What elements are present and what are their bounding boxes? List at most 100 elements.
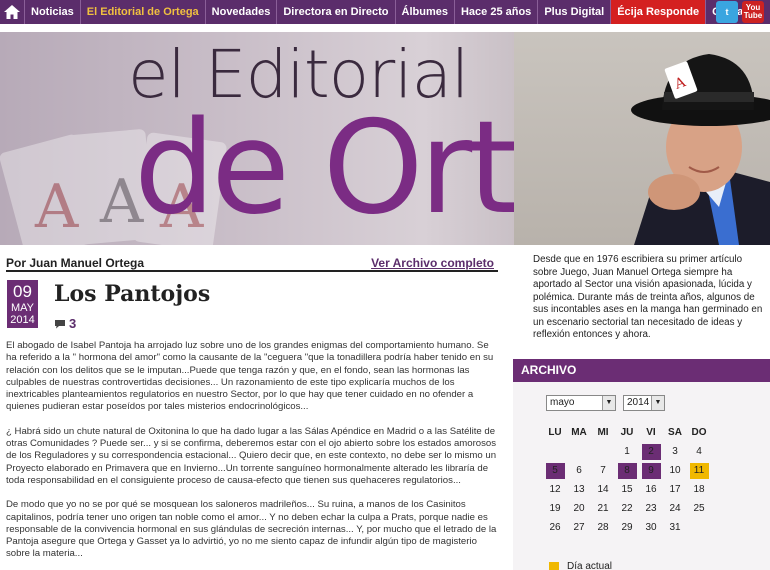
calendar-day: 10 <box>663 462 687 481</box>
legend-label: Día actual <box>567 561 613 570</box>
year-select-value: 2014 <box>627 397 650 408</box>
calendar-weeks: 1 2 3 4 5 6 7 8 9 10 11 12 13 14 15 16 17 18 19 20 21 22 23 24 2… <box>543 443 711 538</box>
calendar-day-number: 30 <box>645 522 657 533</box>
calendar-day[interactable]: 8 <box>615 462 639 481</box>
today-swatch <box>549 561 559 570</box>
calendar-day: 16 <box>639 481 663 500</box>
article-byline: Por Juan Manuel Ortega Ver Archivo compl… <box>6 256 498 272</box>
calendar-day-number: 21 <box>597 503 609 514</box>
comment-icon <box>55 319 65 328</box>
calendar-day: 12 <box>543 481 567 500</box>
post-title[interactable]: Los Pantojos <box>54 281 210 307</box>
editorial-banner: A A A el Editorial de Ortega A <box>0 32 770 245</box>
article-body: El abogado de Isabel Pantoja ha arrojado… <box>6 340 498 570</box>
calendar-day: 31 <box>663 519 687 538</box>
calendar-day: 1 <box>615 443 639 462</box>
calendar-day-number <box>570 443 589 459</box>
calendar-day-number <box>594 443 613 459</box>
calendar-day <box>687 519 711 538</box>
calendar-day-number: 27 <box>573 522 585 533</box>
nav-item-hace-25[interactable]: Hace 25 años <box>453 0 537 24</box>
calendar-day-number: 12 <box>549 484 561 495</box>
calendar-day: 26 <box>543 519 567 538</box>
author-bio: Desde que en 1976 escribiera su primer a… <box>533 254 763 340</box>
calendar-day: 6 <box>567 462 591 481</box>
calendar-day-number: 13 <box>573 484 585 495</box>
calendar-day: 24 <box>663 500 687 519</box>
calendar-day: 20 <box>567 500 591 519</box>
calendar-day-number: 25 <box>693 503 705 514</box>
weekday-label: MI <box>597 427 609 438</box>
calendar-grid: LU MA MI JU VI SA DO 1 2 3 4 5 6 7 8 9 10 11 12 13 14… <box>543 424 711 538</box>
weekday-label: MA <box>571 427 587 438</box>
weekday-label: SA <box>668 427 682 438</box>
calendar-day-number: 1 <box>624 446 630 457</box>
month-select-value: mayo <box>550 397 575 408</box>
year-select[interactable]: 2014 ▼ <box>623 395 665 411</box>
nav-item-novedades[interactable]: Novedades <box>204 0 277 24</box>
calendar-day-number[interactable]: 5 <box>545 463 565 479</box>
calendar-day-number <box>546 443 565 459</box>
calendar-day-number: 19 <box>549 503 561 514</box>
calendar-day[interactable]: 5 <box>543 462 567 481</box>
calendar-day[interactable]: 9 <box>639 462 663 481</box>
calendar-day-number[interactable]: 2 <box>641 444 661 460</box>
calendar-day-number: 31 <box>669 522 681 533</box>
article-paragraph: ¿ Habrá sido un chute natural de Oxitoni… <box>6 425 497 486</box>
calendar-day-number[interactable]: 8 <box>617 463 637 479</box>
nav-item-ecija-responde[interactable]: Écija Responde <box>610 0 706 24</box>
calendar-day: 28 <box>591 519 615 538</box>
nav-item-noticias[interactable]: Noticias <box>24 0 80 24</box>
calendar-day-number: 29 <box>621 522 633 533</box>
calendar-day: 3 <box>663 443 687 462</box>
month-select[interactable]: mayo ▼ <box>546 395 616 411</box>
calendar-day-number: 22 <box>621 503 633 514</box>
calendar-day-number: 23 <box>645 503 657 514</box>
twitter-icon[interactable]: t <box>716 1 738 23</box>
calendar-week-row: 12 13 14 15 16 17 18 <box>543 481 711 500</box>
comments-link[interactable]: 3 <box>54 316 76 331</box>
calendar-day: 18 <box>687 481 711 500</box>
calendar-day: 13 <box>567 481 591 500</box>
nav-item-albumes[interactable]: Álbumes <box>394 0 454 24</box>
youtube-icon[interactable]: You Tube <box>742 1 764 23</box>
top-navigation: Noticias El Editorial de Ortega Novedade… <box>0 0 770 24</box>
calendar-day-number <box>690 519 709 535</box>
calendar-week-row: 123 4 <box>543 443 711 462</box>
weekday-label: DO <box>691 427 707 438</box>
calendar-day: 17 <box>663 481 687 500</box>
calendar-day: 14 <box>591 481 615 500</box>
calendar-day: 11 <box>687 462 711 481</box>
calendar-day: 27 <box>567 519 591 538</box>
post-date-month: MAY <box>10 302 35 314</box>
article-paragraph: De modo que yo no se por qué se mosquean… <box>6 499 497 560</box>
archive-heading: ARCHIVO <box>513 359 770 382</box>
comment-count: 3 <box>69 316 77 331</box>
chevron-down-icon: ▼ <box>602 396 615 410</box>
calendar-day-number: 7 <box>600 465 606 476</box>
view-archive-link[interactable]: Ver Archivo completo <box>371 256 494 270</box>
calendar-day-number: 17 <box>669 484 681 495</box>
calendar-day: 30 <box>639 519 663 538</box>
calendar-day-number: 20 <box>573 503 585 514</box>
home-icon[interactable] <box>0 0 24 24</box>
calendar-day-number[interactable]: 9 <box>641 463 661 479</box>
post-date-day: 09 <box>13 282 32 301</box>
nav-item-plus-digital[interactable]: Plus Digital <box>537 0 610 24</box>
calendar-day[interactable]: 2 <box>639 443 663 462</box>
weekday-label: VI <box>646 427 656 438</box>
post-date-year: 2014 <box>10 314 35 326</box>
calendar-day-number: 26 <box>549 522 561 533</box>
calendar-day: 15 <box>615 481 639 500</box>
nav-item-editorial[interactable]: El Editorial de Ortega <box>79 0 205 24</box>
calendar-day: 19 <box>543 500 567 519</box>
calendar-legend: Día actual <box>549 561 612 570</box>
chevron-down-icon: ▼ <box>651 396 664 410</box>
calendar-day <box>567 443 591 462</box>
post-date-badge: 09 MAY 2014 <box>7 280 38 328</box>
calendar-day: 23 <box>639 500 663 519</box>
nav-item-directora[interactable]: Directora en Directo <box>276 0 394 24</box>
calendar-day-number: 10 <box>669 465 681 476</box>
weekday-label: LU <box>548 427 562 438</box>
calendar-day-number: 16 <box>645 484 657 495</box>
